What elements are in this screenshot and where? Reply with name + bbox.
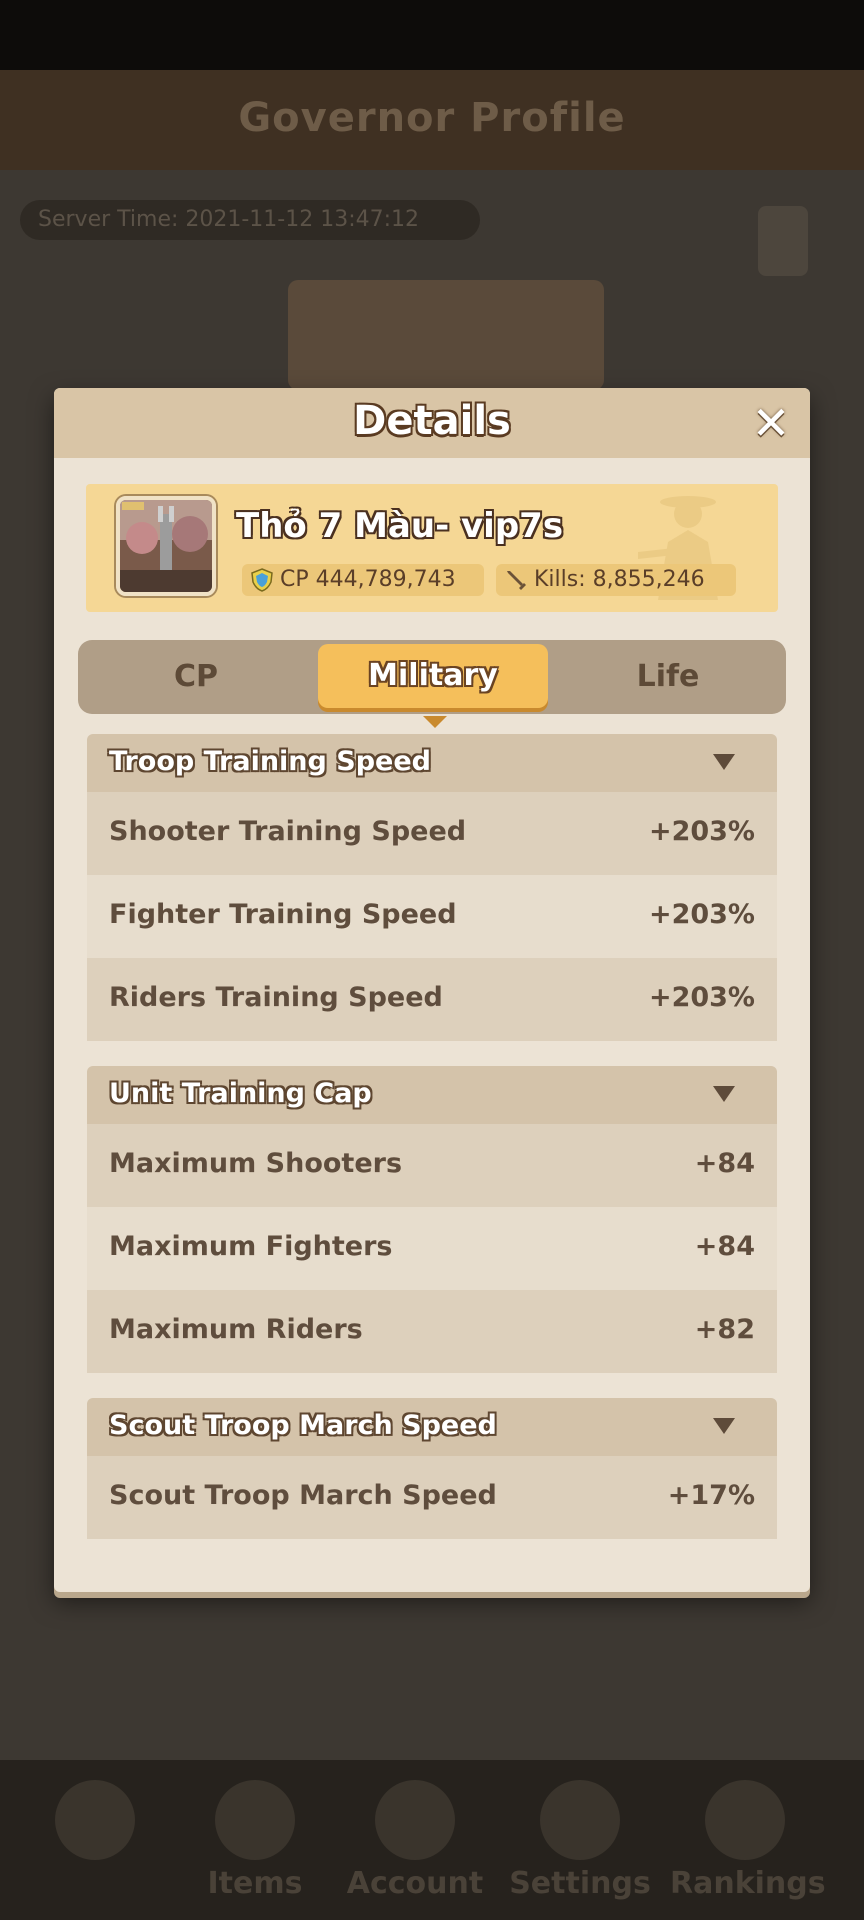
sword-icon xyxy=(507,571,526,590)
stat-value: +84 xyxy=(694,1231,755,1262)
stat-row: Shooter Training Speed +203% xyxy=(87,792,777,875)
background-server-time: Server Time: 2021-11-12 13:47:12 xyxy=(20,200,480,240)
stat-row: Scout Troop March Speed +17% xyxy=(87,1456,777,1539)
section-header[interactable]: Scout Troop March Speed xyxy=(87,1398,777,1456)
nav-item-settings: Settings xyxy=(505,1780,655,1901)
stat-label: Maximum Shooters xyxy=(109,1148,403,1179)
stat-value: +203% xyxy=(648,899,755,930)
background-side-icon xyxy=(758,206,808,276)
stat-label: Scout Troop March Speed xyxy=(109,1480,497,1511)
tab-cp[interactable]: CP xyxy=(78,640,314,714)
cp-value: CP 444,789,743 xyxy=(280,567,456,592)
nav-icon xyxy=(215,1780,295,1860)
nav-icon xyxy=(375,1780,455,1860)
cp-stat: CP 444,789,743 xyxy=(242,564,484,596)
section-header[interactable]: Unit Training Cap xyxy=(87,1066,777,1124)
nav-item-items: Items xyxy=(180,1780,330,1901)
nav-icon xyxy=(540,1780,620,1860)
stat-row: Fighter Training Speed +203% xyxy=(87,875,777,958)
stat-label: Shooter Training Speed xyxy=(109,816,467,847)
tab-military[interactable]: Military xyxy=(318,644,548,708)
nav-item-account: Account xyxy=(340,1780,490,1901)
status-bar xyxy=(0,0,864,70)
section-unit-training-cap: Unit Training Cap Maximum Shooters +84 M… xyxy=(87,1066,777,1373)
nav-item-rankings: Rankings xyxy=(670,1780,826,1901)
player-card: Thỏ 7 Màu- vip7s CP 444,789,743 Kills: 8… xyxy=(86,484,778,612)
stat-row: Maximum Riders +82 xyxy=(87,1290,777,1373)
close-icon[interactable]: ✕ xyxy=(748,400,794,446)
stat-value: +203% xyxy=(648,982,755,1013)
avatar-image xyxy=(120,500,212,592)
section-scout-troop-march-speed: Scout Troop March Speed Scout Troop Marc… xyxy=(87,1398,777,1539)
avatar[interactable] xyxy=(116,496,216,596)
nav-icon xyxy=(705,1780,785,1860)
stat-value: +82 xyxy=(694,1314,755,1345)
shield-icon xyxy=(251,568,273,592)
background-title: Governor Profile xyxy=(238,95,626,141)
section-title: Scout Troop March Speed xyxy=(109,1410,497,1441)
stat-label: Maximum Riders xyxy=(109,1314,363,1345)
tab-life[interactable]: Life xyxy=(550,640,786,714)
tab-active-pointer-icon xyxy=(423,716,447,728)
nav-icon xyxy=(55,1780,135,1860)
triangle-down-icon[interactable] xyxy=(713,1418,735,1434)
stat-label: Fighter Training Speed xyxy=(109,899,457,930)
details-dialog: Details ✕ Thỏ 7 Màu- vip7s CP 444,789,74… xyxy=(54,388,810,1592)
dialog-title: Details xyxy=(353,398,511,444)
kills-value: Kills: 8,855,246 xyxy=(534,567,705,592)
player-name: Thỏ 7 Màu- vip7s xyxy=(236,506,564,546)
stat-value: +203% xyxy=(648,816,755,847)
kills-stat: Kills: 8,855,246 xyxy=(496,564,736,596)
section-title: Unit Training Cap xyxy=(109,1078,372,1109)
stat-value: +17% xyxy=(667,1480,755,1511)
section-troop-training-speed: Troop Training Speed Shooter Training Sp… xyxy=(87,734,777,1041)
stat-row: Riders Training Speed +203% xyxy=(87,958,777,1041)
section-header[interactable]: Troop Training Speed xyxy=(87,734,777,792)
stat-label: Riders Training Speed xyxy=(109,982,443,1013)
stat-row: Maximum Fighters +84 xyxy=(87,1207,777,1290)
nav-item-1 xyxy=(20,1780,170,1900)
stat-row: Maximum Shooters +84 xyxy=(87,1124,777,1207)
section-title: Troop Training Speed xyxy=(109,746,431,777)
triangle-down-icon[interactable] xyxy=(713,754,735,770)
stat-value: +84 xyxy=(694,1148,755,1179)
background-profile-card xyxy=(288,280,604,390)
triangle-down-icon[interactable] xyxy=(713,1086,735,1102)
stat-label: Maximum Fighters xyxy=(109,1231,393,1262)
